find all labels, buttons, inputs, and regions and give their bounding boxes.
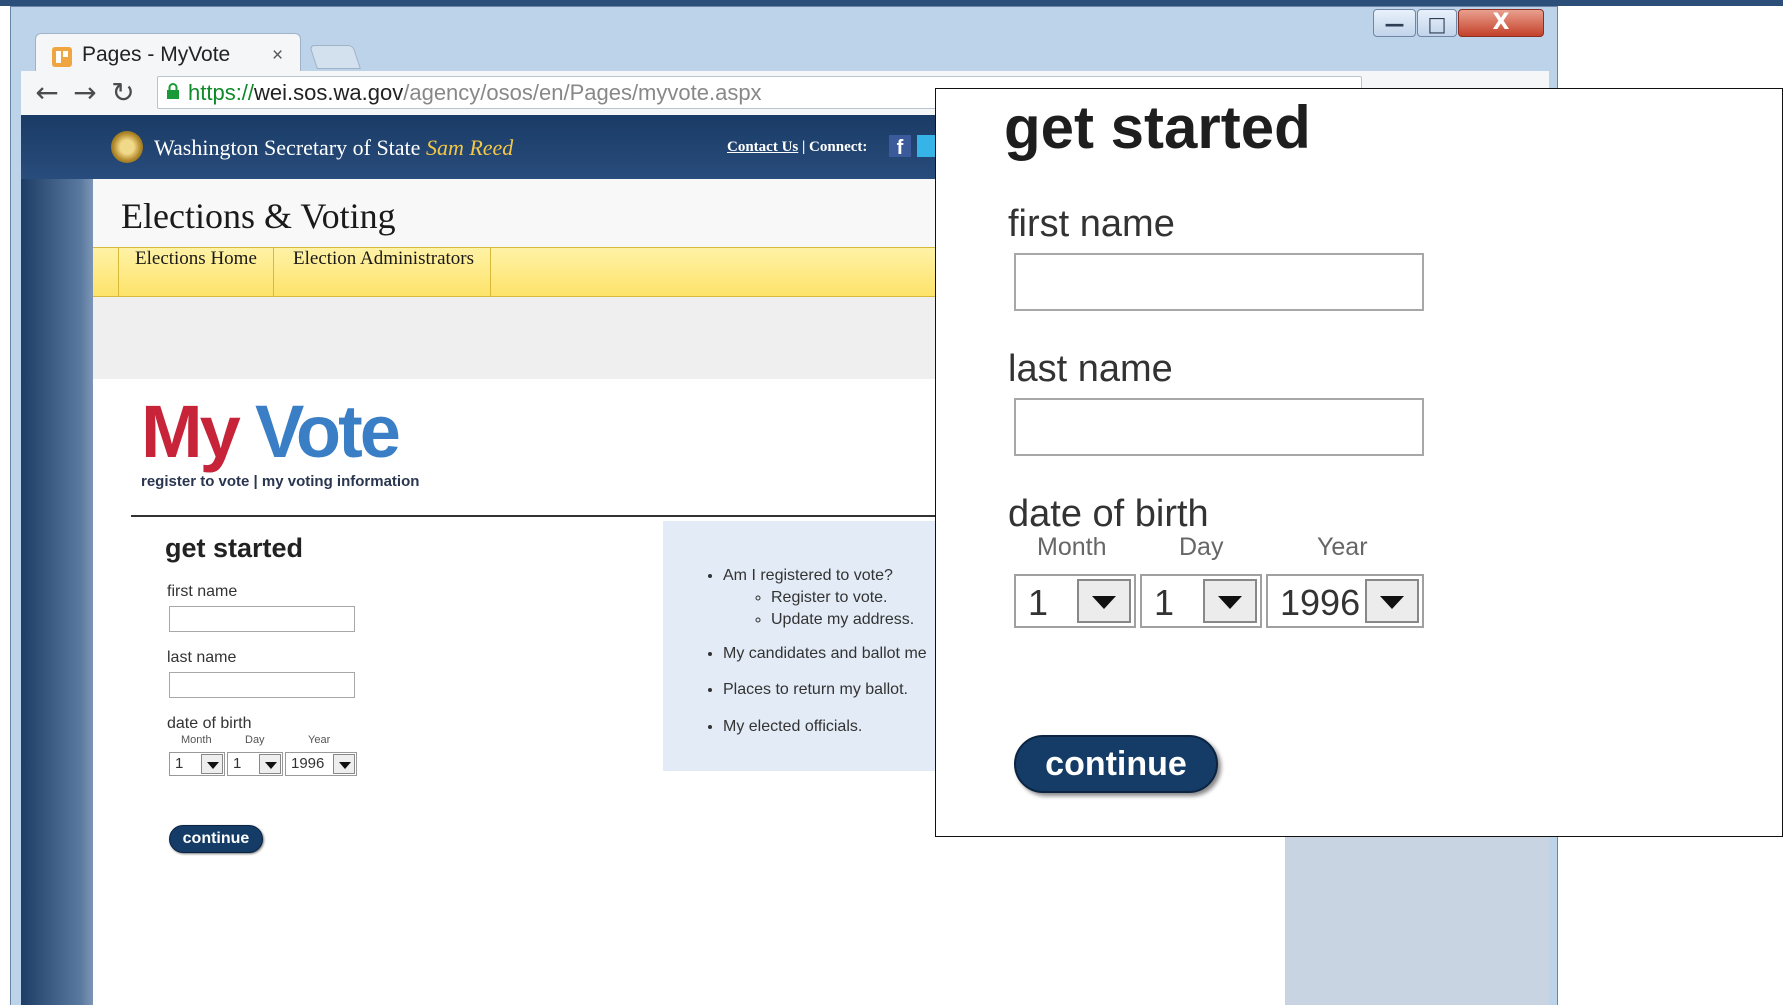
dob-label: date of birth — [167, 715, 252, 732]
new-tab-button[interactable] — [309, 45, 361, 69]
register-link[interactable]: Register to vote. — [771, 589, 888, 606]
minimize-icon: — — [1384, 12, 1405, 36]
zoom-continue-button[interactable]: continue — [1014, 735, 1218, 793]
connect-label: | Connect: — [802, 139, 868, 155]
chevron-down-icon[interactable] — [1077, 579, 1131, 623]
day-label: Day — [245, 734, 265, 746]
info-item-registered: Am I registered to vote? Register to vot… — [723, 565, 963, 631]
url-host: wei.sos.wa.gov — [254, 80, 404, 105]
zoom-day-value: 1 — [1154, 582, 1175, 623]
close-icon: X — [1492, 10, 1510, 35]
forward-icon[interactable]: → — [69, 77, 101, 109]
lock-icon — [167, 83, 179, 99]
first-name-input[interactable] — [169, 606, 355, 632]
menu-item-elections-home[interactable]: Elections Home — [118, 248, 274, 296]
contact-us-link[interactable]: Contact Us — [727, 139, 798, 155]
org-name: Washington Secretary of State — [154, 135, 421, 160]
maximize-icon: □ — [1427, 12, 1447, 36]
info-list: Am I registered to vote? Register to vot… — [663, 565, 963, 738]
tab-title: Pages - MyVote — [82, 43, 231, 66]
get-started-heading: get started — [165, 533, 304, 563]
tab-close-icon[interactable]: × — [272, 45, 283, 67]
zoom-day-select[interactable]: 1 — [1140, 574, 1262, 628]
last-name-input[interactable] — [169, 672, 355, 698]
chevron-down-icon[interactable] — [1365, 579, 1419, 623]
month-value: 1 — [175, 755, 184, 772]
maximize-button[interactable]: □ — [1417, 9, 1457, 37]
first-name-label: first name — [167, 583, 238, 600]
zoom-year-select[interactable]: 1996 — [1266, 574, 1424, 628]
facebook-icon[interactable]: f — [889, 135, 911, 159]
officials-link[interactable]: My elected officials. — [723, 718, 862, 735]
day-value: 1 — [233, 755, 242, 772]
logo-tagline: register to vote | my voting information — [141, 473, 420, 490]
zoom-month-select[interactable]: 1 — [1014, 574, 1136, 628]
zoom-last-name-label: last name — [1008, 348, 1173, 390]
info-box: Am I registered to vote? Register to vot… — [663, 521, 963, 771]
contact-area: Contact Us | Connect: — [727, 139, 867, 156]
chevron-down-icon[interactable] — [333, 754, 355, 774]
zoom-dob-label: date of birth — [1008, 493, 1209, 535]
sharepoint-pages-icon — [52, 47, 72, 67]
chevron-down-icon[interactable] — [259, 754, 281, 774]
zoom-month-value: 1 — [1028, 582, 1049, 623]
chevron-down-icon[interactable] — [201, 754, 223, 774]
zoom-first-name-label: first name — [1008, 203, 1175, 245]
candidates-link[interactable]: My candidates and ballot me — [723, 645, 927, 662]
url-scheme: https:// — [188, 80, 255, 105]
update-address-link[interactable]: Update my address. — [771, 611, 914, 628]
chevron-down-icon[interactable] — [1203, 579, 1257, 623]
zoomed-form-callout: get started first name last name date of… — [935, 88, 1783, 837]
zoom-get-started-heading: get started — [1004, 94, 1311, 161]
reload-icon[interactable]: ↻ — [107, 77, 139, 109]
month-label: Month — [181, 734, 212, 746]
back-icon[interactable]: ← — [31, 77, 63, 109]
zoom-first-name-input[interactable] — [1014, 253, 1424, 311]
divider — [131, 515, 961, 517]
year-select[interactable]: 1996 — [285, 752, 357, 776]
registered-link[interactable]: Am I registered to vote? — [723, 567, 893, 584]
secretary-name: Sam Reed — [425, 135, 514, 160]
places-link[interactable]: Places to return my ballot. — [723, 681, 908, 698]
state-seal-icon — [111, 131, 143, 163]
window-controls: — □ X — [1373, 9, 1551, 39]
zoom-year-label: Year — [1317, 533, 1368, 561]
url-path: /agency/osos/en/Pages/myvote.aspx — [403, 80, 762, 105]
year-value: 1996 — [291, 755, 325, 772]
zoom-day-label: Day — [1179, 533, 1224, 561]
url-text: https://wei.sos.wa.gov/agency/osos/en/Pa… — [188, 79, 762, 107]
day-select[interactable]: 1 — [227, 752, 283, 776]
month-select[interactable]: 1 — [169, 752, 225, 776]
section-title: Elections & Voting — [121, 196, 396, 236]
continue-button[interactable]: continue — [169, 825, 263, 853]
last-name-label: last name — [167, 649, 237, 666]
minimize-button[interactable]: — — [1373, 9, 1416, 37]
menu-item-election-administrators[interactable]: Election Administrators — [277, 248, 492, 296]
zoom-month-label: Month — [1037, 533, 1107, 561]
close-window-button[interactable]: X — [1458, 9, 1544, 37]
info-item-candidates: My candidates and ballot me — [723, 643, 963, 665]
zoom-last-name-input[interactable] — [1014, 398, 1424, 456]
info-item-officials: My elected officials. — [723, 716, 963, 738]
zoom-year-value: 1996 — [1280, 582, 1361, 623]
site-name[interactable]: Washington Secretary of State Sam Reed — [154, 135, 513, 161]
year-label: Year — [308, 734, 331, 746]
logo-vote: Vote — [255, 390, 401, 473]
info-item-places: Places to return my ballot. — [723, 679, 963, 701]
logo-my: My — [141, 390, 241, 473]
